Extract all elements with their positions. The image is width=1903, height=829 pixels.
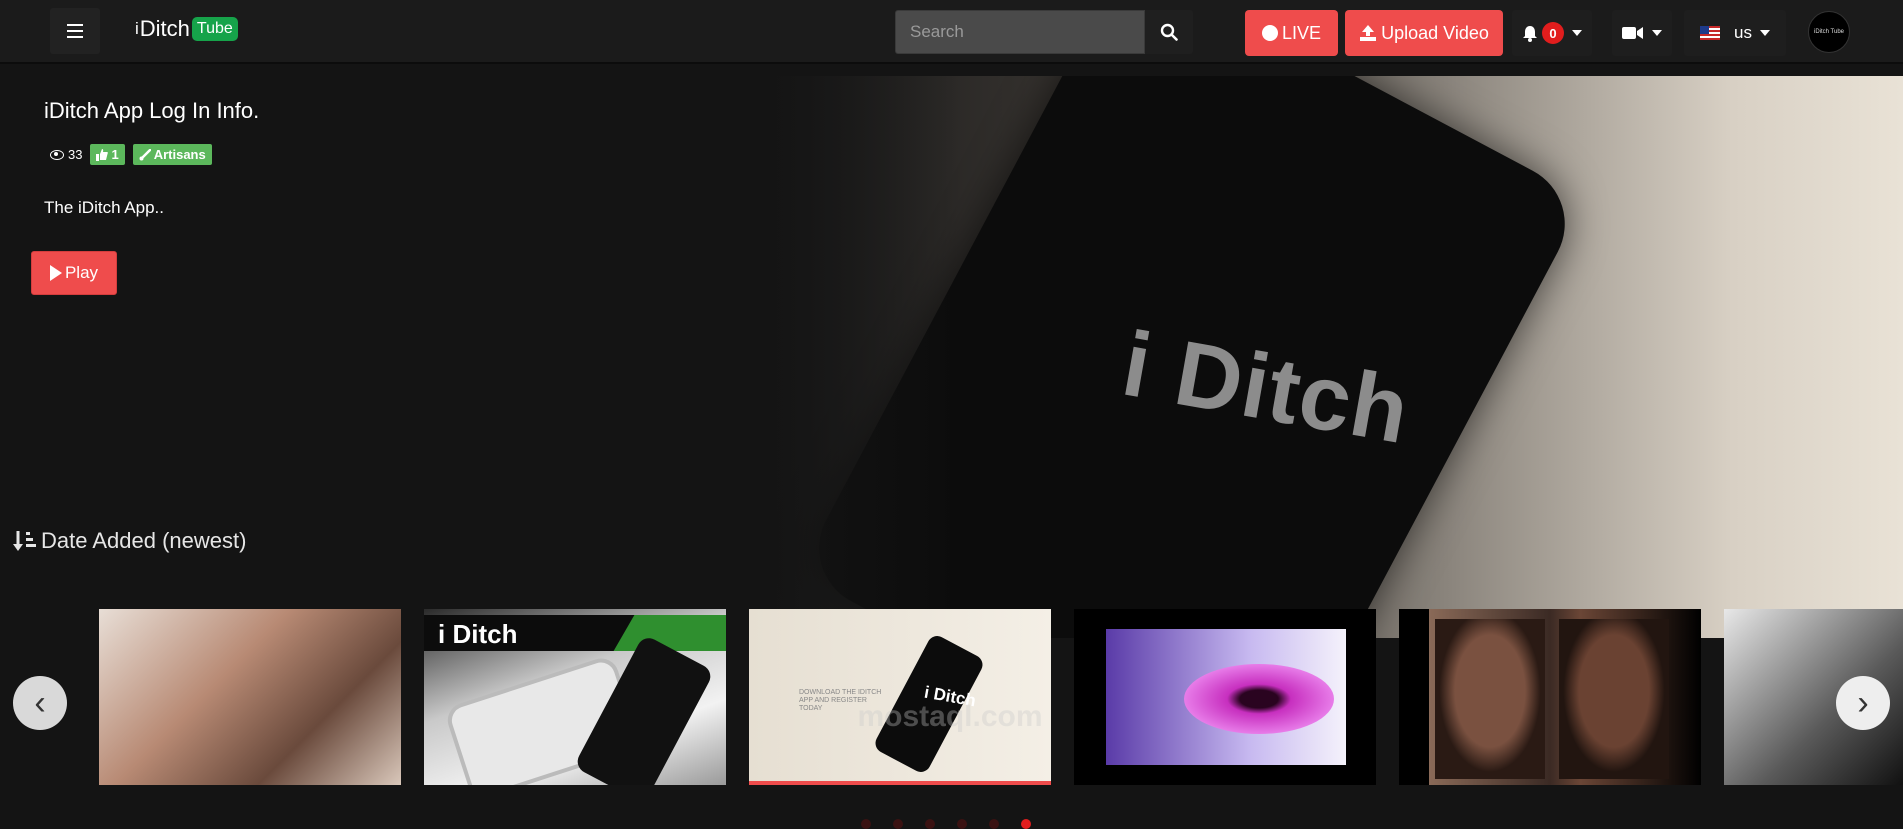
sort-descending-icon	[13, 531, 36, 551]
live-label: LIVE	[1281, 22, 1322, 43]
pagination-dot[interactable]	[861, 819, 871, 829]
brush-icon	[139, 148, 151, 160]
logo-i: i	[135, 19, 139, 38]
live-button[interactable]: LIVE	[1245, 10, 1338, 56]
sort-dropdown[interactable]: Date Added (newest)	[13, 528, 246, 554]
search-button[interactable]	[1145, 10, 1193, 54]
menu-toggle-button[interactable]	[50, 8, 100, 54]
thumb-face-before	[1435, 619, 1545, 779]
play-button[interactable]: Play	[31, 251, 117, 295]
views-value: 33	[68, 147, 83, 162]
thumb-face-after	[1559, 619, 1669, 779]
pagination-dot[interactable]	[957, 819, 967, 829]
likes-badge[interactable]: 1	[90, 144, 125, 165]
pagination-dot[interactable]	[925, 819, 935, 829]
search-icon	[1160, 23, 1178, 41]
thumbs-up-icon	[96, 148, 109, 161]
pagination-dot[interactable]	[893, 819, 903, 829]
play-icon	[49, 265, 62, 281]
carousel-pagination	[861, 819, 1031, 829]
thumb-stripe	[613, 615, 726, 651]
video-thumbnail-4[interactable]	[1074, 609, 1376, 785]
likes-value: 1	[111, 147, 119, 162]
chevron-down-icon	[1759, 30, 1770, 36]
hero-gradient-fade	[762, 76, 962, 638]
category-value: Artisans	[153, 147, 206, 162]
video-camera-icon	[1622, 27, 1643, 39]
search-input[interactable]	[895, 10, 1145, 54]
carousel-next-button[interactable]: ›	[1836, 676, 1890, 730]
upload-icon	[1360, 25, 1377, 41]
sort-label-text: Date Added (newest)	[41, 528, 247, 553]
video-thumbnail-5[interactable]	[1399, 609, 1701, 785]
video-thumbnail-3[interactable]: DOWNLOAD THE IDITCH APP AND REGISTER TOD…	[749, 609, 1051, 785]
live-dot-icon	[1261, 25, 1278, 41]
avatar-text: iDitch Tube	[1813, 29, 1844, 35]
play-label: Play	[64, 263, 99, 282]
bell-icon	[1523, 25, 1537, 42]
thumb-progress-bar	[749, 781, 1051, 785]
views-count: 33	[50, 147, 82, 162]
chevron-down-icon	[1652, 30, 1662, 36]
us-flag-icon	[1700, 26, 1721, 40]
notification-count-badge: 0	[1542, 22, 1564, 44]
chevron-right-icon: ›	[1857, 684, 1869, 722]
user-avatar[interactable]: iDitch Tube	[1808, 11, 1850, 53]
hero-title: iDitch App Log In Info.	[44, 98, 260, 123]
upload-label: Upload Video	[1381, 22, 1489, 43]
logo-ditch: Ditch	[139, 16, 190, 41]
chevron-down-icon	[1572, 30, 1582, 36]
notifications-dropdown[interactable]: 0	[1512, 10, 1592, 56]
thumb-brand: i Ditch	[438, 619, 518, 649]
hamburger-icon	[67, 24, 83, 38]
video-menu-dropdown[interactable]	[1612, 10, 1672, 56]
logo-tube-badge: Tube	[191, 17, 238, 41]
language-selector[interactable]: us	[1684, 10, 1786, 56]
upload-video-button[interactable]: Upload Video	[1345, 10, 1503, 56]
eye-icon	[50, 149, 64, 160]
watermark: mostaql.com	[857, 700, 1043, 733]
hero-description: The iDitch App..	[44, 198, 165, 217]
carousel-prev-button[interactable]: ‹	[13, 676, 67, 730]
video-thumbnail-1[interactable]	[99, 609, 401, 785]
top-navbar: i Ditch Tube LIVE Upload Video 0	[0, 0, 1903, 64]
category-badge[interactable]: Artisans	[132, 144, 212, 165]
pagination-dot-active[interactable]	[1021, 819, 1031, 829]
video-thumbnail-2[interactable]: i Ditch	[424, 609, 726, 785]
hero-meta: 33 1 Artisans	[50, 144, 212, 165]
chevron-left-icon: ‹	[34, 684, 46, 722]
pagination-dot[interactable]	[989, 819, 999, 829]
thumb-lips	[1184, 664, 1334, 734]
language-label: us	[1734, 23, 1752, 42]
site-logo[interactable]: i Ditch Tube	[135, 16, 238, 42]
